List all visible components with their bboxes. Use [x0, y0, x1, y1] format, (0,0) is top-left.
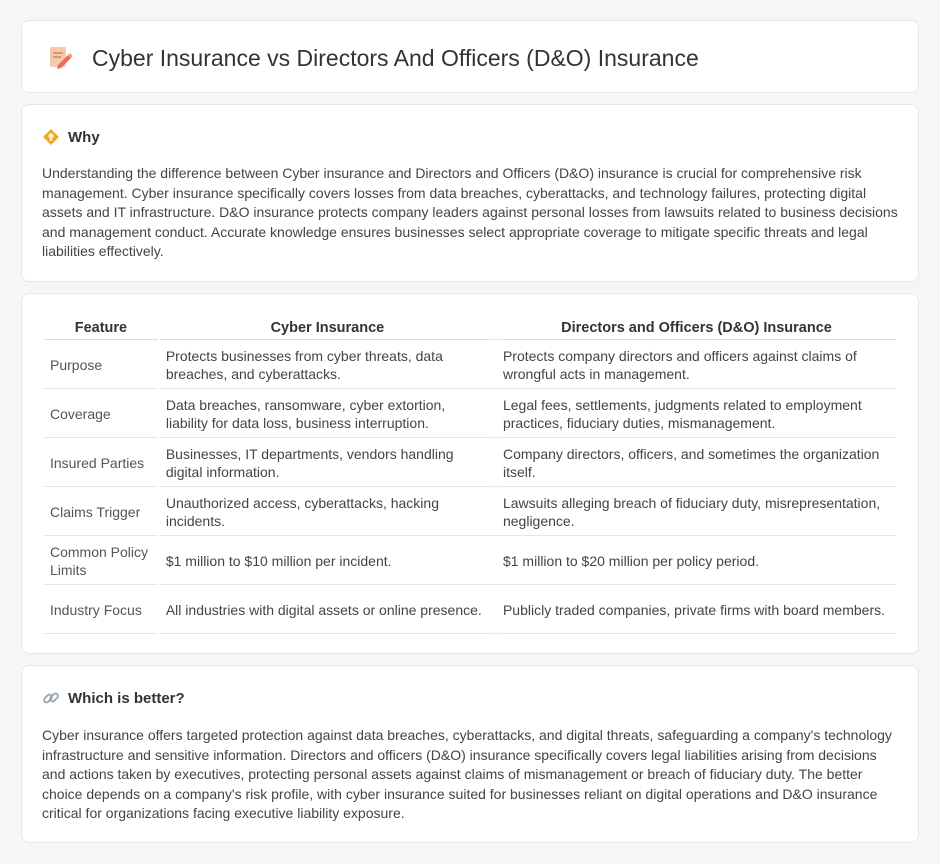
cyber-cell: Protects businesses from cyber threats, …: [159, 342, 495, 389]
comparison-section: Feature Cyber Insurance Directors and Of…: [21, 293, 919, 654]
cyber-cell: Data breaches, ransomware, cyber extorti…: [159, 391, 495, 438]
cyber-cell: $1 million to $10 million per incident.: [159, 538, 495, 585]
column-header: Feature: [44, 318, 158, 340]
feature-cell: Coverage: [44, 391, 158, 438]
column-header: Directors and Officers (D&O) Insurance: [496, 318, 896, 340]
link-icon: [43, 692, 59, 704]
feature-cell: Insured Parties: [44, 440, 158, 487]
cyber-cell: Unauthorized access, cyberattacks, hacki…: [159, 489, 495, 536]
page-title: Cyber Insurance vs Directors And Officer…: [92, 45, 699, 71]
cyber-cell: All industries with digital assets or on…: [159, 587, 495, 634]
feature-cell: Common Policy Limits: [44, 538, 158, 585]
which-heading-row: Which is better?: [42, 687, 185, 709]
title-card: Cyber Insurance vs Directors And Officer…: [21, 20, 919, 93]
feature-cell: Industry Focus: [44, 587, 158, 634]
table-row: Insured Parties Businesses, IT departmen…: [44, 440, 896, 487]
dno-cell: Publicly traded companies, private firms…: [496, 587, 896, 634]
lightbulb-icon: [43, 129, 59, 145]
dno-cell: $1 million to $20 million per policy per…: [496, 538, 896, 585]
table-row: Common Policy Limits $1 million to $10 m…: [44, 538, 896, 585]
why-section: Why Understanding the difference between…: [21, 104, 919, 282]
why-heading: Why: [68, 128, 100, 146]
column-header: Cyber Insurance: [159, 318, 495, 340]
which-heading: Which is better?: [68, 689, 185, 707]
which-section: Which is better? Cyber insurance offers …: [21, 665, 919, 843]
dno-cell: Company directors, officers, and sometim…: [496, 440, 896, 487]
table-row: Claims Trigger Unauthorized access, cybe…: [44, 489, 896, 536]
which-text: Cyber insurance offers targeted protecti…: [42, 727, 892, 822]
why-text: Understanding the difference between Cyb…: [42, 165, 898, 260]
table-row: Coverage Data breaches, ransomware, cybe…: [44, 391, 896, 438]
table-header-row: Feature Cyber Insurance Directors and Of…: [44, 318, 896, 340]
dno-cell: Legal fees, settlements, judgments relat…: [496, 391, 896, 438]
table-row: Industry Focus All industries with digit…: [44, 587, 896, 634]
dno-cell: Protects company directors and officers …: [496, 342, 896, 389]
why-heading-row: Why: [42, 126, 100, 148]
feature-cell: Purpose: [44, 342, 158, 389]
cyber-cell: Businesses, IT departments, vendors hand…: [159, 440, 495, 487]
document-edit-icon: [50, 47, 72, 69]
table-row: Purpose Protects businesses from cyber t…: [44, 342, 896, 389]
comparison-table: Feature Cyber Insurance Directors and Of…: [42, 316, 898, 636]
dno-cell: Lawsuits alleging breach of fiduciary du…: [496, 489, 896, 536]
feature-cell: Claims Trigger: [44, 489, 158, 536]
